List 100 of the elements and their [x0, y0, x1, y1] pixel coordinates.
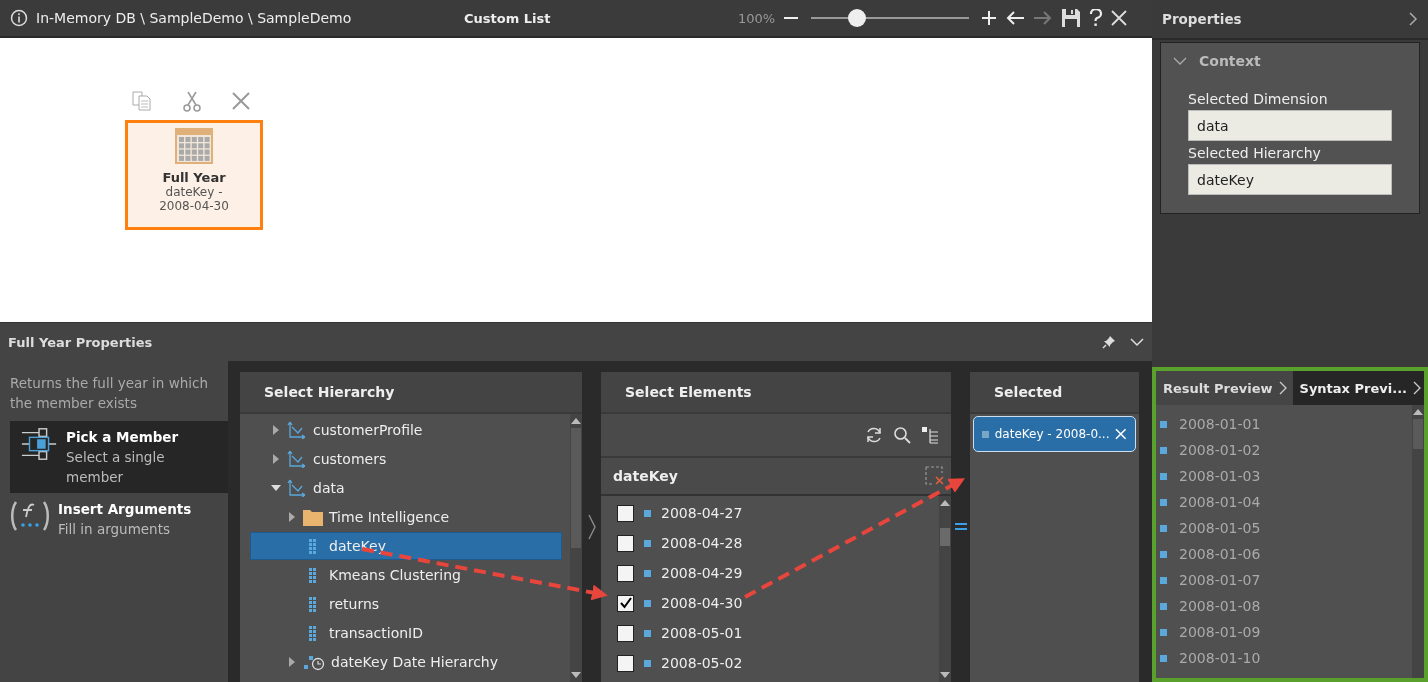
- section-header[interactable]: Context: [1161, 43, 1419, 91]
- scissors-icon[interactable]: [181, 90, 203, 112]
- pane-title: Select Hierarchy: [264, 384, 395, 400]
- member-icon: [1160, 628, 1167, 636]
- card-subtitle: dateKey - 2008-04-30: [158, 185, 230, 213]
- preview-item: 2008-01-08: [1179, 598, 1261, 614]
- expanded-icon[interactable]: [271, 483, 281, 493]
- hierarchy-icon: [287, 479, 307, 497]
- member-icon: [644, 659, 651, 667]
- card-title: Full Year: [162, 170, 226, 185]
- collapsed-icon[interactable]: [287, 657, 297, 667]
- formula-card[interactable]: Full Year dateKey - 2008-04-30: [125, 120, 263, 230]
- chevron-right-icon[interactable]: [586, 513, 597, 540]
- tab[interactable]: Syntax Previ...: [1292, 371, 1428, 405]
- level-name: dateKey: [613, 468, 678, 484]
- scrollbar[interactable]: [570, 414, 582, 682]
- tab[interactable]: Result Preview: [1156, 371, 1293, 405]
- mode-option[interactable]: Pick a Member Select a single member: [10, 421, 228, 493]
- tree-item[interactable]: data: [250, 474, 562, 502]
- mode-title: Pick a Member: [66, 428, 180, 447]
- calendar-icon: [175, 128, 213, 164]
- member-icon: [1160, 498, 1167, 506]
- member-icon: [1160, 472, 1167, 480]
- element-label: 2008-04-29: [661, 565, 743, 581]
- mode-description: Select a single member: [66, 448, 166, 487]
- equals-icon: [954, 521, 967, 532]
- preview-item: 2008-01-09: [1179, 624, 1261, 640]
- input-field[interactable]: dateKey: [1188, 164, 1392, 195]
- collapsed-icon[interactable]: [271, 425, 281, 435]
- tree-item[interactable]: returns: [250, 590, 562, 618]
- slider-thumb[interactable]: [848, 9, 866, 27]
- mode-option[interactable]: Insert Arguments Fill in arguments: [0, 493, 228, 545]
- chevron-right-icon: [1278, 381, 1287, 395]
- tree-item[interactable]: customerProfile: [250, 416, 562, 444]
- preview-item: 2008-01-02: [1179, 442, 1261, 458]
- remove-icon[interactable]: [1115, 428, 1127, 440]
- element-label: 2008-04-28: [661, 535, 743, 551]
- element-label: 2008-04-30: [661, 595, 743, 611]
- function-icon: [10, 499, 50, 533]
- search-icon[interactable]: [893, 426, 911, 444]
- zoom-reading: 100%: [738, 10, 776, 26]
- field-label: Selected Dimension: [1188, 91, 1329, 107]
- hierarchy-icon: [287, 421, 307, 439]
- breadcrumb: In-Memory DB \ SampleDemo \ SampleDemo: [36, 10, 353, 26]
- tree-item[interactable]: Kmeans Clustering: [250, 561, 562, 589]
- chevron-down-icon[interactable]: [1173, 56, 1187, 66]
- panel-title: Properties: [1162, 11, 1242, 27]
- forward-arrow-icon[interactable]: [1033, 10, 1054, 26]
- member-picker-icon: [20, 427, 59, 461]
- tree-item[interactable]: Time Intelligence: [250, 503, 562, 531]
- help-icon[interactable]: [1089, 9, 1104, 27]
- save-icon[interactable]: [1061, 8, 1082, 28]
- preview-item: 2008-01-03: [1179, 468, 1261, 484]
- date-hierarchy-icon: [303, 653, 325, 671]
- function-description: Returns the full year in which the member exists: [9, 374, 209, 413]
- tree-item[interactable]: transactionID: [250, 619, 562, 647]
- checkbox[interactable]: [617, 624, 634, 642]
- member-icon: [644, 599, 651, 607]
- scrollbar[interactable]: [1412, 405, 1424, 678]
- info-icon[interactable]: [10, 9, 28, 27]
- preview-item: 2008-01-01: [1179, 416, 1261, 432]
- checkbox[interactable]: [617, 504, 634, 522]
- mode-description: Fill in arguments: [58, 520, 171, 539]
- collapsed-icon[interactable]: [271, 454, 281, 464]
- member-icon: [982, 430, 989, 438]
- back-arrow-icon[interactable]: [1005, 10, 1026, 26]
- preview-item: 2008-01-07: [1179, 572, 1261, 588]
- zoom-in-icon[interactable]: [981, 10, 998, 26]
- member-icon: [644, 539, 651, 547]
- element-label: 2008-05-02: [661, 655, 743, 671]
- input-field[interactable]: data: [1188, 110, 1392, 141]
- preview-item: 2008-01-10: [1179, 650, 1261, 666]
- refresh-icon[interactable]: [865, 426, 883, 444]
- member-icon: [1160, 654, 1167, 662]
- preview-item: 2008-01-05: [1179, 520, 1261, 536]
- member-icon: [1160, 550, 1167, 558]
- clear-selection-icon[interactable]: [925, 466, 945, 486]
- checkbox[interactable]: [617, 594, 634, 612]
- tree-item[interactable]: customers: [250, 445, 562, 473]
- selected-chip[interactable]: dateKey - 2008-0...: [973, 416, 1136, 452]
- checkbox[interactable]: [617, 564, 634, 582]
- member-icon: [644, 569, 651, 577]
- scrollbar[interactable]: [939, 496, 951, 682]
- hierarchy-icon: [287, 450, 307, 468]
- member-icon: [1160, 576, 1167, 584]
- window-title: Custom List: [464, 10, 552, 26]
- member-icon: [1160, 446, 1167, 454]
- member-icon: [1160, 420, 1167, 428]
- preview-item: 2008-01-04: [1179, 494, 1261, 510]
- field-label: Selected Hierarchy: [1188, 145, 1322, 161]
- checkbox[interactable]: [617, 654, 634, 672]
- checkbox[interactable]: [617, 534, 634, 552]
- preview-item: 2008-01-06: [1179, 546, 1261, 562]
- pin-icon[interactable]: [1102, 335, 1116, 349]
- chevron-right-icon: [1413, 381, 1422, 395]
- tree-item[interactable]: dateKey Date Hierarchy: [250, 648, 562, 676]
- collapsed-icon[interactable]: [287, 512, 297, 522]
- chevron-right-icon[interactable]: [1408, 12, 1418, 26]
- tree-view-icon[interactable]: [921, 426, 939, 444]
- member-icon: [644, 629, 651, 637]
